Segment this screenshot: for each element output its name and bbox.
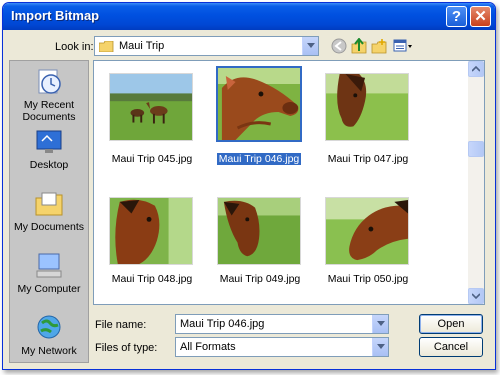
chevron-down-icon [472, 293, 480, 299]
my-documents-icon [35, 192, 63, 216]
look-in-value: Maui Trip [119, 40, 165, 52]
chevron-up-icon [472, 66, 480, 72]
scroll-down-button[interactable] [468, 288, 484, 304]
look-in-label: Look in: [55, 41, 94, 53]
filename-field[interactable]: Maui Trip 046.jpg [175, 314, 389, 334]
scroll-thumb[interactable] [468, 141, 484, 157]
folder-icon [99, 41, 114, 52]
scroll-up-button[interactable] [468, 61, 484, 77]
file-list[interactable]: Maui Trip 045.jpg Maui Trip 046.jpg Maui… [93, 60, 485, 305]
place-label: Desktop [29, 159, 69, 171]
window-title: Import Bitmap [11, 8, 100, 23]
file-name[interactable]: Maui Trip 047.jpg [318, 153, 418, 165]
file-thumbnail[interactable] [217, 197, 301, 265]
vertical-scrollbar[interactable] [468, 61, 484, 304]
back-icon[interactable] [331, 38, 347, 54]
recent-documents-icon [38, 69, 61, 94]
place-my-documents[interactable]: My Documents [10, 189, 88, 233]
filename-value: Maui Trip 046.jpg [180, 318, 265, 330]
place-desktop[interactable]: Desktop [10, 127, 88, 171]
file-name[interactable]: Maui Trip 049.jpg [210, 273, 310, 285]
close-icon: ✕ [474, 8, 487, 25]
chevron-down-icon[interactable] [302, 37, 318, 55]
file-name[interactable]: Maui Trip 045.jpg [102, 153, 202, 165]
file-name[interactable]: Maui Trip 048.jpg [102, 273, 202, 285]
close-button[interactable]: ✕ [470, 6, 491, 27]
place-label: My Computer [17, 283, 81, 295]
view-menu-icon[interactable] [393, 38, 413, 54]
place-label: My Recent Documents [22, 99, 76, 123]
up-folder-icon[interactable] [351, 38, 367, 54]
desktop-icon [36, 130, 62, 153]
filename-label: File name: [95, 319, 147, 331]
file-thumbnail[interactable] [325, 73, 409, 141]
cancel-button[interactable]: Cancel [419, 337, 483, 357]
place-my-recent-documents[interactable]: My Recent Documents [10, 67, 88, 123]
chevron-down-icon[interactable] [372, 315, 388, 333]
my-network-icon [37, 315, 61, 339]
file-thumbnail[interactable] [109, 73, 193, 141]
place-my-computer[interactable]: My Computer [10, 251, 88, 295]
file-thumbnail-selected[interactable] [216, 66, 302, 142]
title-bar[interactable]: Import Bitmap ? ✕ [3, 3, 495, 30]
filetype-dropdown[interactable]: All Formats [175, 337, 389, 357]
filetype-label: Files of type: [95, 342, 158, 354]
file-name[interactable]: Maui Trip 050.jpg [318, 273, 418, 285]
new-folder-icon[interactable] [371, 38, 387, 54]
file-name-selected[interactable]: Maui Trip 046.jpg [209, 152, 309, 166]
open-button[interactable]: Open [419, 314, 483, 334]
my-computer-icon [36, 253, 62, 278]
import-bitmap-dialog: Import Bitmap ? ✕ Look in: Maui Trip My … [2, 2, 496, 370]
file-thumbnail[interactable] [325, 197, 409, 265]
chevron-down-icon[interactable] [372, 338, 388, 356]
file-thumbnail[interactable] [109, 197, 193, 265]
help-icon: ? [451, 8, 462, 25]
place-label: My Documents [13, 221, 85, 233]
place-label: My Network [21, 345, 77, 357]
filetype-value: All Formats [180, 341, 236, 353]
places-bar: My Recent Documents Desktop My Documents… [9, 60, 89, 363]
place-my-network[interactable]: My Network [10, 313, 88, 357]
look-in-dropdown[interactable]: Maui Trip [94, 36, 319, 56]
help-button[interactable]: ? [446, 6, 467, 27]
